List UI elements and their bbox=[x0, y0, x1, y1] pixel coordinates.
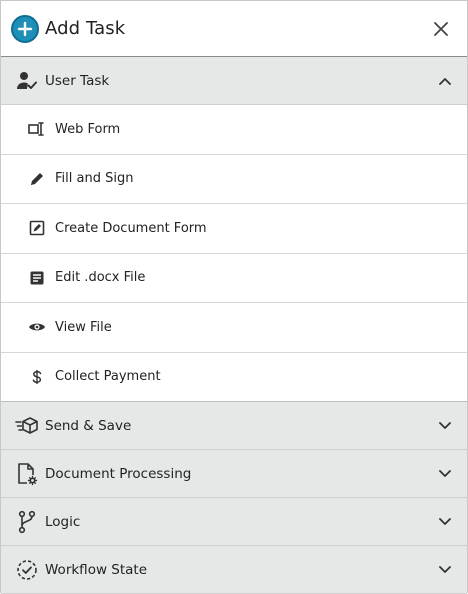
edit-box-icon bbox=[28, 219, 46, 237]
chevron-up-icon bbox=[437, 73, 453, 89]
add-task-panel: Add Task User Task Web Form Fill and Sig… bbox=[0, 0, 468, 594]
section-send-and-save[interactable]: Send & Save bbox=[1, 402, 467, 450]
section-label: User Task bbox=[45, 72, 110, 89]
menu-item-web-form[interactable]: Web Form bbox=[1, 105, 467, 155]
check-circle-dashed-icon bbox=[15, 558, 39, 582]
menu-item-label: Edit .docx File bbox=[55, 270, 146, 286]
document-icon bbox=[28, 269, 46, 287]
section-label: Workflow State bbox=[45, 561, 148, 578]
section-document-processing[interactable]: Document Processing bbox=[1, 450, 467, 498]
dollar-icon bbox=[28, 368, 46, 386]
menu-item-label: Web Form bbox=[55, 121, 121, 137]
send-package-icon bbox=[15, 414, 39, 438]
page-title: Add Task bbox=[45, 18, 126, 39]
document-gear-icon bbox=[15, 462, 39, 486]
section-label: Logic bbox=[45, 513, 81, 530]
menu-item-label: View File bbox=[55, 319, 112, 335]
user-task-items: Web Form Fill and Sign Create Document F… bbox=[1, 105, 467, 402]
chevron-down-icon bbox=[437, 466, 453, 482]
menu-item-label: Collect Payment bbox=[55, 369, 161, 385]
chevron-down-icon bbox=[437, 418, 453, 434]
menu-item-edit-docx-file[interactable]: Edit .docx File bbox=[1, 254, 467, 303]
menu-item-view-file[interactable]: View File bbox=[1, 303, 467, 353]
menu-item-label: Create Document Form bbox=[55, 220, 207, 236]
chevron-down-icon bbox=[437, 514, 453, 530]
section-workflow-state[interactable]: Workflow State bbox=[1, 546, 467, 594]
form-field-icon bbox=[28, 120, 46, 138]
panel-header: Add Task bbox=[1, 1, 467, 57]
menu-item-create-document-form[interactable]: Create Document Form bbox=[1, 204, 467, 254]
section-logic[interactable]: Logic bbox=[1, 498, 467, 546]
section-label: Send & Save bbox=[45, 417, 132, 434]
close-icon bbox=[434, 21, 448, 36]
menu-item-fill-and-sign[interactable]: Fill and Sign bbox=[1, 155, 467, 204]
close-button[interactable] bbox=[431, 19, 451, 39]
chevron-down-icon bbox=[437, 562, 453, 578]
section-label: Document Processing bbox=[45, 465, 192, 482]
plus-circle-icon bbox=[11, 14, 39, 43]
menu-item-label: Fill and Sign bbox=[55, 171, 134, 187]
user-check-icon bbox=[15, 69, 39, 93]
section-user-task[interactable]: User Task bbox=[1, 57, 467, 105]
pen-icon bbox=[28, 170, 46, 188]
menu-item-collect-payment[interactable]: Collect Payment bbox=[1, 353, 467, 402]
branch-icon bbox=[15, 510, 39, 534]
eye-icon bbox=[28, 318, 46, 336]
